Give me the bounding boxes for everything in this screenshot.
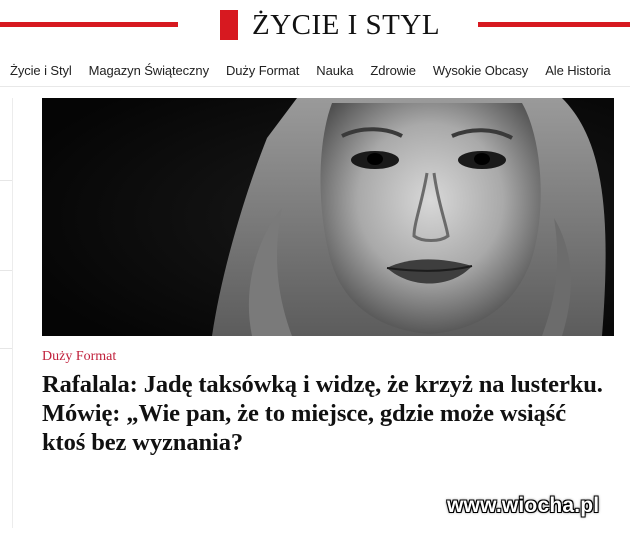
column-divider — [0, 270, 12, 271]
nav-item-duzy-format[interactable]: Duży Format — [226, 63, 299, 78]
site-logo[interactable]: ŻYCIE I STYL — [220, 8, 440, 42]
nav-item-wysokie-obcasy[interactable]: Wysokie Obcasy — [433, 63, 528, 78]
masthead-rule-left — [0, 22, 178, 27]
masthead-rule-right — [478, 22, 630, 27]
masthead: ŻYCIE I STYL — [0, 0, 630, 52]
portrait-photo-icon — [42, 98, 614, 336]
article-headline[interactable]: Rafalala: Jadę taksówką i widzę, że krzy… — [42, 370, 612, 457]
left-column-edge — [0, 98, 13, 528]
nav-item-nauka[interactable]: Nauka — [316, 63, 353, 78]
column-divider — [0, 348, 12, 349]
nav-item-zycie-i-styl[interactable]: Życie i Styl — [10, 63, 72, 78]
section-nav: Życie i Styl Magazyn Świąteczny Duży For… — [0, 56, 630, 87]
watermark: www.wiocha.pl — [447, 494, 600, 517]
section-nav-list: Życie i Styl Magazyn Świąteczny Duży For… — [0, 56, 630, 84]
nav-item-zdrowie[interactable]: Zdrowie — [370, 63, 416, 78]
nav-item-ale-historia[interactable]: Ale Historia — [545, 63, 610, 78]
logo-text: ŻYCIE I STYL — [252, 8, 441, 41]
column-divider — [0, 180, 12, 181]
article-hero-image[interactable] — [42, 98, 614, 336]
article-category[interactable]: Duży Format — [42, 349, 116, 365]
nav-item-magazyn-swiateczny[interactable]: Magazyn Świąteczny — [89, 63, 209, 78]
logo-mark-icon — [220, 10, 238, 40]
